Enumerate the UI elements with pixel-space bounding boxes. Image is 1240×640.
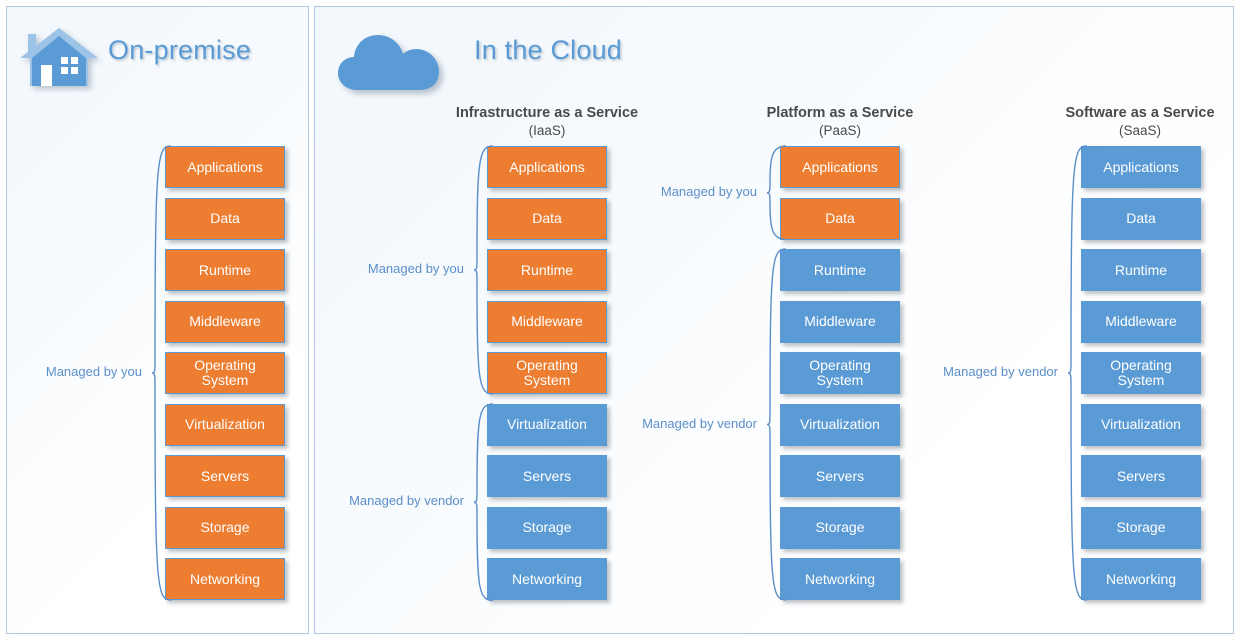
layer-label: Runtime	[813, 261, 867, 278]
brace-paas-1	[766, 248, 787, 601]
layer-label: Middleware	[804, 313, 876, 329]
brace-saas-0	[1067, 145, 1088, 601]
layer-box-saas-applications[interactable]: Applications	[1081, 146, 1201, 188]
layer-label: Networking	[511, 570, 583, 587]
layer-box-iaas-applications[interactable]: Applications	[487, 146, 607, 188]
layer-label: Middleware	[511, 313, 583, 329]
column-header-paas: Platform as a Service (PaaS)	[720, 104, 960, 140]
layer-box-iaas-storage[interactable]: Storage	[487, 506, 607, 549]
layer-label: Servers	[200, 467, 250, 484]
brace-label-saas-0: Managed by vendor	[943, 364, 1058, 379]
cloud-icon	[338, 35, 439, 90]
header-sub-iaas: (IaaS)	[528, 123, 566, 138]
layer-box-iaas-servers[interactable]: Servers	[487, 455, 607, 497]
header-title-saas: Software as a Service	[1065, 105, 1215, 121]
layer-label: Networking	[1105, 570, 1177, 587]
house-icon	[20, 28, 98, 86]
layer-label: Data	[1126, 210, 1156, 226]
layer-label: Runtime	[520, 261, 574, 278]
layer-box-onprem-networking[interactable]: Networking	[165, 558, 285, 600]
layer-box-iaas-runtime[interactable]: Runtime	[487, 249, 607, 291]
layer-box-paas-servers[interactable]: Servers	[780, 455, 900, 497]
column-header-saas: Software as a Service (SaaS)	[1020, 104, 1240, 140]
layer-box-paas-networking[interactable]: Networking	[780, 558, 900, 600]
layer-label: Networking	[804, 570, 876, 587]
layer-box-paas-data[interactable]: Data	[780, 197, 900, 240]
in-the-cloud-title: In the Cloud	[474, 35, 622, 65]
layer-box-saas-middleware[interactable]: Middleware	[1081, 300, 1201, 343]
brace-label-paas-1: Managed by vendor	[642, 415, 757, 431]
layer-box-onprem-middleware[interactable]: Middleware	[165, 300, 285, 343]
layer-label: Middleware	[189, 313, 261, 329]
layer-label: Virtualization	[800, 416, 880, 432]
layer-box-onprem-storage[interactable]: Storage	[165, 506, 285, 549]
layer-box-onprem-data[interactable]: Data	[165, 197, 285, 240]
layer-label: Runtime	[1114, 261, 1168, 278]
brace-label-iaas-1: Managed by vendor	[349, 492, 464, 508]
header-title-paas: Platform as a Service	[766, 105, 914, 121]
layer-label: Applications	[509, 158, 585, 175]
layer-box-iaas-data[interactable]: Data	[487, 197, 607, 240]
layer-box-onprem-applications[interactable]: Applications	[165, 146, 285, 188]
layer-box-saas-runtime[interactable]: Runtime	[1081, 249, 1201, 291]
layer-box-onprem-servers[interactable]: Servers	[165, 455, 285, 497]
layer-label: Virtualization	[1101, 416, 1181, 432]
layer-box-paas-storage[interactable]: Storage	[780, 506, 900, 549]
layer-label: Storage	[200, 519, 250, 535]
layer-label: Operating System	[1110, 356, 1172, 388]
layer-box-paas-virtualization[interactable]: Virtualization	[780, 403, 900, 446]
layer-label: Applications	[1103, 158, 1179, 175]
layer-box-paas-middleware[interactable]: Middleware	[780, 300, 900, 343]
layer-label: Storage	[1116, 519, 1166, 535]
brace-label-paas-0: Managed by you	[660, 183, 757, 199]
layer-label: Data	[825, 210, 855, 226]
layer-label: Data	[210, 210, 240, 226]
layer-box-saas-virtualization[interactable]: Virtualization	[1081, 403, 1201, 446]
brace-label-iaas-0: Managed by you	[367, 261, 464, 276]
layer-label: Storage	[815, 519, 865, 535]
on-premise-title: On-premise	[108, 35, 252, 65]
layer-box-iaas-networking[interactable]: Networking	[487, 558, 607, 600]
header-title-iaas: Infrastructure as a Service	[455, 105, 639, 121]
layer-box-saas-storage[interactable]: Storage	[1081, 506, 1201, 549]
layer-label: Data	[532, 210, 562, 226]
layer-label: Servers	[522, 467, 572, 484]
layer-box-iaas-middleware[interactable]: Middleware	[487, 300, 607, 343]
layer-box-saas-operating-system[interactable]: Operating System	[1081, 352, 1201, 394]
layer-label: Applications	[187, 158, 263, 175]
header-sub-paas: (PaaS)	[818, 123, 862, 138]
layer-stack-saas: Applications Data Runtime Middleware Operati…	[1081, 146, 1201, 610]
layer-box-saas-servers[interactable]: Servers	[1081, 455, 1201, 497]
layer-label: Storage	[522, 519, 572, 535]
layer-box-paas-applications[interactable]: Applications	[780, 146, 900, 188]
brace-paas-0	[766, 145, 787, 241]
layer-box-saas-networking[interactable]: Networking	[1081, 558, 1201, 600]
column-header-iaas: Infrastructure as a Service (IaaS)	[427, 104, 667, 140]
layer-label: Networking	[189, 570, 261, 587]
brace-iaas-1	[473, 402, 494, 601]
brace-iaas-0	[473, 145, 494, 395]
layer-label: Middleware	[1105, 313, 1177, 329]
layer-box-saas-data[interactable]: Data	[1081, 197, 1201, 240]
layer-label: Servers	[1116, 467, 1166, 484]
layer-label: Servers	[815, 467, 865, 484]
layer-label: Applications	[802, 158, 878, 175]
diagram-canvas: On-premise In the Cloud Infrastructure a…	[0, 0, 1240, 640]
header-sub-saas: (SaaS)	[1118, 123, 1162, 138]
layer-box-paas-runtime[interactable]: Runtime	[780, 249, 900, 291]
